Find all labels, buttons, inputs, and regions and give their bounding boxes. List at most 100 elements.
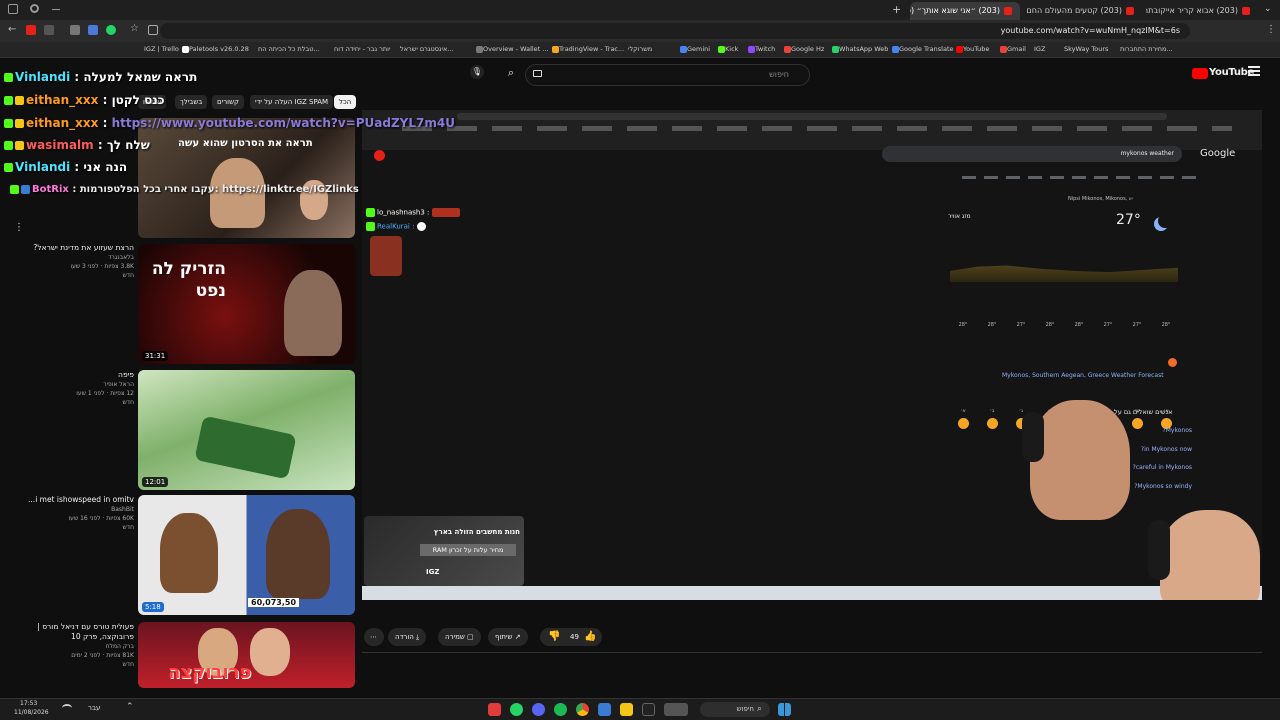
tab[interactable]: (203) קטעים מהעולם החם — [1024, 2, 1142, 20]
stream-chat-line: RealKurai : — [366, 222, 428, 231]
bookmark-item[interactable]: YouTube — [954, 45, 989, 53]
bookmark-item[interactable]: Paletools v26.0.28 — [180, 45, 249, 53]
bookmark-item[interactable]: משרוקלי — [628, 45, 652, 53]
tab-active[interactable]: (203) ״אני שוגא אותך״ (פוויאנל — [910, 2, 1020, 20]
windows-start-icon[interactable] — [778, 703, 791, 716]
app-icon[interactable] — [664, 703, 688, 716]
youtube-logo[interactable] — [1192, 68, 1208, 79]
video-title: פעולית טורס עם דניאל מורס | פרובוקצה, פר… — [37, 622, 134, 641]
chrome-icon[interactable] — [576, 703, 589, 716]
whatsapp-icon[interactable] — [510, 703, 523, 716]
video-thumbnail[interactable]: 60,073,50 5:18 — [138, 495, 355, 615]
download-button[interactable]: הורדה ⤓ — [388, 628, 427, 646]
clock-time: 17:53 — [20, 700, 38, 707]
chat-user: eithan_xxx — [26, 116, 99, 130]
like-button[interactable]: 👍 — [584, 628, 596, 646]
bookmark-item[interactable]: Gemini — [678, 45, 710, 53]
more-options-icon[interactable]: ⋮ — [14, 222, 24, 233]
search-input[interactable]: חיפוש — [525, 64, 810, 86]
video-thumbnail[interactable]: פרובוקצה — [138, 622, 355, 688]
weather-high: 28° — [1074, 322, 1084, 328]
bookmark-item[interactable]: מחירת התחברות... — [1120, 45, 1173, 53]
save-button[interactable]: שמירה ▢ — [438, 628, 481, 646]
video-player[interactable]: mykonos weather Google lo_nashnash3 : Re… — [362, 110, 1262, 600]
tab[interactable]: (203) אבוא קריר אייקובתר כל ה — [1146, 2, 1258, 20]
wifi-icon[interactable] — [62, 704, 72, 712]
new-badge: חדש — [122, 272, 134, 279]
video-thumbnail[interactable]: הזריק לה נפט 31:31 — [138, 244, 355, 364]
chat-link[interactable]: https://www.youtube.com/watch?v=PUadZYL7… — [112, 116, 455, 130]
extension-icon[interactable] — [148, 25, 158, 35]
tab-title: (203) ״אני שוגא אותך״ (פוויאנל — [910, 6, 1000, 15]
bookmark-item[interactable]: Overview - Wallet ... — [474, 45, 549, 53]
avatar — [1160, 510, 1260, 600]
extension-icon[interactable] — [88, 25, 98, 35]
bookmark-item[interactable]: Google Hz — [782, 45, 824, 53]
bookmark-item[interactable]: Twitch — [746, 45, 775, 53]
discord-icon[interactable] — [532, 703, 545, 716]
bookmark-item[interactable]: Google Translate — [890, 45, 954, 53]
weather-high: 27° — [1103, 322, 1113, 328]
search-icon: ⌕ — [757, 704, 763, 714]
dislike-button[interactable]: 👎 — [548, 628, 560, 646]
video-views: 81K צפיות · לפני 2 ימים — [71, 652, 134, 659]
channel-name: ברק המלח — [105, 643, 134, 650]
bookmark-item[interactable]: טבלת כל הכיתה הח... — [258, 45, 320, 53]
new-tab-icon[interactable]: + — [892, 3, 901, 16]
video-meta[interactable]: i met ishowspeed in omitv... BashBit 60K… — [9, 495, 134, 532]
bookmark-item[interactable]: Kick — [716, 45, 738, 53]
share-button[interactable]: שיתוף ↗ — [488, 628, 528, 646]
bookmark-item[interactable]: WhatsApp Web — [830, 45, 888, 53]
keyboard-icon[interactable] — [533, 70, 542, 77]
whatsapp-icon[interactable] — [106, 25, 116, 35]
new-badge: חדש — [122, 524, 134, 531]
mic-icon[interactable]: 🎙 — [470, 65, 484, 79]
video-meta[interactable]: פיפה הראל אופיר 12 צפיות · לפני 1 שעו חד… — [9, 370, 134, 407]
chip-related[interactable]: קשורים — [212, 95, 244, 109]
bookmark-item[interactable]: TradingView - Trac... — [550, 45, 624, 53]
video-meta[interactable]: פעולית טורס עם דניאל מורס | פרובוקצה, פר… — [9, 622, 134, 669]
menu-icon[interactable]: ⋮ — [1266, 24, 1276, 35]
video-thumbnail[interactable]: 12:01 — [138, 370, 355, 490]
minimize-icon[interactable] — [52, 9, 60, 10]
app-icon[interactable] — [598, 703, 611, 716]
address-bar[interactable]: youtube.com/watch?v=wuNmH_nqzIM&t=6s — [160, 23, 1190, 39]
bookmark-item[interactable]: IGZ | Trello — [144, 45, 179, 53]
language-indicator[interactable]: עבר — [88, 704, 100, 712]
extension-icon[interactable] — [26, 25, 36, 35]
bookmark-item[interactable]: SkyWay Tours — [1064, 45, 1108, 53]
chat-user: eithan_xxx — [26, 93, 99, 107]
chip-all[interactable]: הכל — [334, 95, 357, 109]
chip-for-you[interactable]: בשבילך — [175, 95, 208, 109]
headphones — [1022, 412, 1044, 462]
taskbar-app-icon[interactable] — [488, 703, 501, 716]
tab-list-icon[interactable]: ⌄ — [1264, 4, 1272, 14]
extension-icon[interactable] — [44, 25, 54, 35]
more-actions-button[interactable]: ⋯ — [364, 628, 384, 646]
video-duration: 31:31 — [142, 351, 169, 361]
thumbnail-overlay-text: תראה את הסרטון שהוא עשה — [178, 138, 313, 149]
bookmark-item[interactable]: IGZ — [1034, 45, 1045, 53]
back-icon[interactable]: ← — [8, 24, 16, 35]
google-apps-icon — [374, 150, 385, 161]
bookmark-item[interactable]: יותר גבר - יחידה דוח — [334, 45, 390, 53]
video-meta[interactable]: הרצת שעזוע את מדינת ישראל? בלאבנגרד 3.8K… — [9, 243, 134, 280]
google-logo: Google — [1200, 148, 1236, 159]
folder-icon[interactable] — [620, 703, 633, 716]
bookmark-item[interactable]: אינסטגרם ישראל... — [400, 45, 454, 53]
app-icon[interactable] — [642, 703, 655, 716]
search-button[interactable]: ⌕ — [500, 65, 522, 81]
window-menu-icon[interactable] — [8, 4, 18, 14]
bookmark-star-icon[interactable]: ☆ — [130, 23, 139, 34]
chat-user: wasimalm — [26, 138, 94, 152]
video-duration: 12:01 — [142, 477, 169, 487]
video-thumbnail[interactable]: תראה את הסרטון שהוא עשה — [138, 118, 355, 238]
bookmark-item[interactable]: Gmail — [998, 45, 1026, 53]
avatar — [160, 513, 218, 593]
spotify-icon[interactable] — [554, 703, 567, 716]
chip-uploaded-by[interactable]: העלה על ידי IGZ SPAM — [250, 95, 334, 109]
gear-icon[interactable] — [30, 4, 39, 13]
chevron-up-icon[interactable]: ⌃ — [126, 702, 134, 712]
extension-icon[interactable] — [70, 25, 80, 35]
new-badge: חדש — [122, 661, 134, 668]
